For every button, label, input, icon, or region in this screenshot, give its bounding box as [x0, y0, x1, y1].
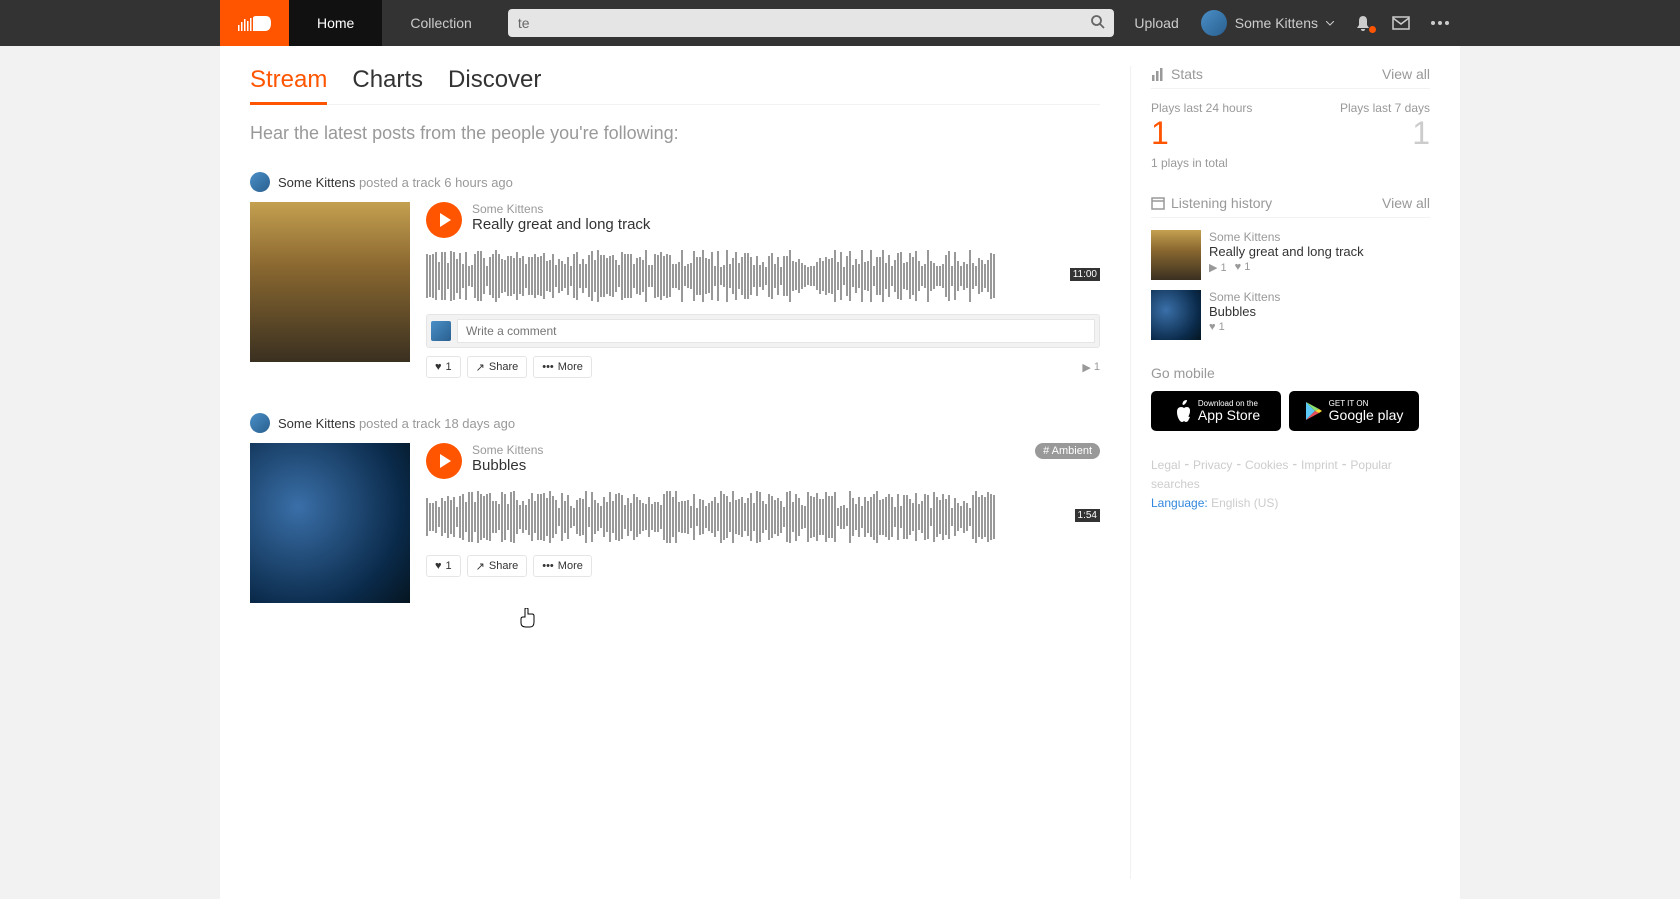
track-title[interactable]: Really great and long track [472, 216, 1100, 233]
play-icon-small: ▶ [1082, 361, 1090, 374]
waveform[interactable] [426, 246, 1100, 306]
stats-heading: Stats [1151, 66, 1203, 82]
play-button[interactable] [426, 443, 462, 479]
stream-tabs: Stream Charts Discover [250, 66, 1100, 105]
plays7-label: Plays last 7 days [1340, 101, 1430, 115]
stats-icon [1151, 67, 1165, 81]
play-icon [440, 213, 451, 227]
like-button[interactable]: ♥1 [426, 555, 461, 577]
footer-links: Legal ⁃ Privacy ⁃ Cookies ⁃ Imprint ⁃ Po… [1151, 456, 1430, 514]
more-button[interactable]: •••More [533, 555, 592, 577]
post-time: posted a track 6 hours ago [359, 175, 513, 190]
appstore-button[interactable]: Download on theApp Store [1151, 391, 1281, 431]
calendar-icon [1151, 196, 1165, 210]
stream-post: Some Kittens posted a track 6 hours ago … [250, 172, 1100, 378]
stream-subtitle: Hear the latest posts from the people yo… [250, 123, 1100, 144]
genre-tag[interactable]: # Ambient [1035, 443, 1100, 459]
chevron-down-icon [1326, 21, 1334, 26]
main-stream: Stream Charts Discover Hear the latest p… [250, 66, 1130, 879]
track-artwork[interactable] [250, 202, 410, 362]
history-item[interactable]: Some Kittens Bubbles ♥ 1 [1151, 290, 1430, 340]
share-icon: ↗ [476, 560, 485, 573]
poster-avatar[interactable] [250, 172, 270, 192]
sidebar: Stats View all Plays last 24 hours 1 Pla… [1130, 66, 1430, 879]
play-icon [440, 454, 451, 468]
play-button[interactable] [426, 202, 462, 238]
avatar [1201, 10, 1227, 36]
language-link[interactable]: Language: [1151, 496, 1208, 510]
user-menu[interactable]: Some Kittens [1191, 10, 1344, 36]
tab-charts[interactable]: Charts [352, 66, 423, 104]
heart-icon: ♥ [435, 560, 442, 572]
stats-view-all[interactable]: View all [1382, 66, 1430, 82]
poster-avatar[interactable] [250, 413, 270, 433]
dots-icon: ••• [542, 560, 554, 572]
like-button[interactable]: ♥1 [426, 356, 461, 378]
messages-icon[interactable] [1382, 16, 1420, 30]
heart-icon: ♥ [435, 361, 442, 373]
share-button[interactable]: ↗Share [467, 356, 528, 378]
history-artwork [1151, 230, 1201, 280]
post-time: posted a track 18 days ago [359, 416, 515, 431]
track-title[interactable]: Bubbles [472, 457, 1025, 474]
more-button[interactable]: •••More [533, 356, 592, 378]
nav-collection[interactable]: Collection [382, 0, 499, 46]
soundcloud-icon [238, 15, 272, 31]
history-artist: Some Kittens [1209, 290, 1280, 304]
search-input[interactable] [508, 9, 1115, 37]
top-header: Home Collection Upload Some Kittens [0, 0, 1680, 46]
waveform[interactable] [426, 487, 1100, 547]
history-title: Bubbles [1209, 304, 1280, 319]
notification-badge [1369, 26, 1376, 33]
play-count: ▶1 [1082, 361, 1100, 374]
nav-home[interactable]: Home [289, 0, 382, 46]
go-mobile-heading: Go mobile [1151, 365, 1430, 381]
track-duration: 11:00 [1070, 268, 1100, 281]
history-artist: Some Kittens [1209, 230, 1364, 244]
logo[interactable] [220, 0, 289, 46]
tab-discover[interactable]: Discover [448, 66, 541, 104]
comment-input[interactable] [457, 319, 1095, 343]
plays-total: 1 plays in total [1151, 156, 1430, 170]
plays7-value: 1 [1340, 115, 1430, 152]
googleplay-button[interactable]: GET IT ONGoogle play [1289, 391, 1419, 431]
plays24-label: Plays last 24 hours [1151, 101, 1252, 115]
track-duration: 1:54 [1075, 509, 1100, 522]
poster-name[interactable]: Some Kittens [278, 416, 355, 431]
comment-box [426, 314, 1100, 348]
more-menu-icon[interactable] [1420, 21, 1460, 25]
history-item[interactable]: Some Kittens Really great and long track… [1151, 230, 1430, 280]
track-artist[interactable]: Some Kittens [472, 443, 1025, 457]
notifications-icon[interactable] [1344, 14, 1382, 32]
tab-stream[interactable]: Stream [250, 66, 327, 105]
poster-name[interactable]: Some Kittens [278, 175, 355, 190]
dots-icon: ••• [542, 361, 554, 373]
history-title: Really great and long track [1209, 244, 1364, 259]
history-artwork [1151, 290, 1201, 340]
comment-avatar [431, 321, 451, 341]
googleplay-icon [1305, 401, 1323, 421]
plays24-value: 1 [1151, 115, 1252, 152]
track-artwork[interactable] [250, 443, 410, 603]
track-artist[interactable]: Some Kittens [472, 202, 1100, 216]
history-view-all[interactable]: View all [1382, 195, 1430, 211]
upload-link[interactable]: Upload [1122, 15, 1190, 31]
share-button[interactable]: ↗Share [467, 555, 528, 577]
apple-icon [1172, 399, 1192, 423]
history-heading: Listening history [1151, 195, 1272, 211]
share-icon: ↗ [476, 361, 485, 374]
username: Some Kittens [1235, 15, 1318, 31]
search-icon[interactable] [1090, 14, 1106, 30]
stream-post: Some Kittens posted a track 18 days ago … [250, 413, 1100, 603]
